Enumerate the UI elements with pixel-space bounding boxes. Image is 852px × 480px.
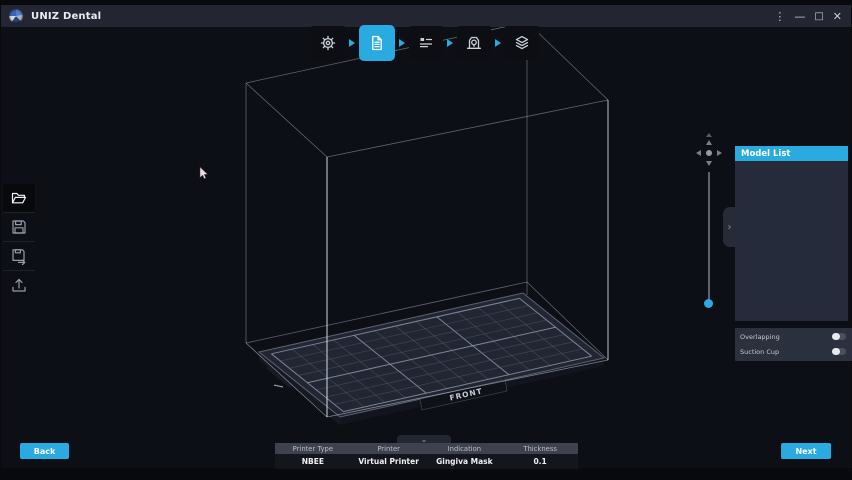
model-list-title: Model List xyxy=(741,149,790,159)
save-button[interactable] xyxy=(3,213,35,242)
workflow-step-settings[interactable] xyxy=(311,26,345,60)
printer-type-value: NBEE xyxy=(275,454,351,469)
app-title: UNIZ Dental xyxy=(31,11,101,22)
folder-open-icon xyxy=(10,189,28,207)
zoom-slider-track[interactable] xyxy=(708,172,710,304)
overlapping-label: Overlapping xyxy=(740,333,832,341)
overlapping-row: Overlapping xyxy=(735,328,852,343)
model-list-panel: Model List xyxy=(735,146,848,321)
print-settings-bar: Printer Type Printer Indication Thicknes… xyxy=(275,443,578,469)
zoom-slider-thumb[interactable] xyxy=(704,299,713,308)
indication-value: Gingiva Mask xyxy=(427,454,503,469)
pan-up-icon[interactable] xyxy=(706,140,712,145)
mouse-cursor xyxy=(200,167,208,179)
export-button[interactable] xyxy=(3,271,35,299)
model-list-body xyxy=(735,161,848,321)
suction-cup-row: Suction Cup xyxy=(735,343,852,358)
thickness-header: Thickness xyxy=(502,443,578,454)
app-logo-icon xyxy=(9,9,23,23)
save-icon xyxy=(10,218,28,236)
pan-left-icon[interactable] xyxy=(696,150,701,156)
workflow-step-layout[interactable] xyxy=(409,26,443,60)
pan-right-icon[interactable] xyxy=(717,150,722,156)
file-toolbar xyxy=(3,184,35,299)
workflow-arrow xyxy=(395,39,409,47)
app-window: { "app": { "title": "UNIZ Dental" }, "wi… xyxy=(0,0,852,480)
toggle-knob xyxy=(832,333,840,340)
indication-header: Indication xyxy=(427,443,503,454)
layers-icon xyxy=(512,33,532,53)
chevron-down-icon: ⌄ xyxy=(421,437,428,442)
suction-cup-label: Suction Cup xyxy=(740,348,832,356)
pan-center-dot[interactable] xyxy=(706,150,712,156)
model-options-panel: Overlapping Suction Cup xyxy=(735,328,852,361)
toggle-knob xyxy=(832,348,840,355)
back-button[interactable]: Back xyxy=(20,443,69,459)
printer-type-header: Printer Type xyxy=(275,443,351,454)
minimize-icon[interactable]: — xyxy=(794,11,805,22)
view-dpad xyxy=(695,133,723,173)
workflow-arrow xyxy=(345,39,359,47)
print-settings-values: NBEE Virtual Printer Gingiva Mask 0.1 xyxy=(275,454,578,469)
arrow-right-icon xyxy=(399,39,405,47)
build-plate: FRONT xyxy=(259,293,604,425)
caret-up-icon[interactable] xyxy=(706,133,712,137)
arrow-right-icon xyxy=(495,39,501,47)
form-icon xyxy=(416,33,436,53)
suction-cup-toggle[interactable] xyxy=(832,348,846,355)
workflow-step-slice[interactable] xyxy=(505,26,539,60)
save-as-button[interactable] xyxy=(3,242,35,271)
print-settings-headers: Printer Type Printer Indication Thicknes… xyxy=(275,443,578,454)
save-as-icon xyxy=(10,247,28,265)
pan-down-icon[interactable] xyxy=(706,161,712,166)
workflow-arrow xyxy=(491,39,505,47)
export-icon xyxy=(10,276,28,294)
arrow-right-icon xyxy=(349,39,355,47)
gear-icon xyxy=(318,33,338,53)
next-button[interactable]: Next xyxy=(781,443,831,459)
printer-header: Printer xyxy=(351,443,427,454)
build-volume-wireframe-back xyxy=(246,22,608,360)
more-options-icon[interactable]: ⋮ xyxy=(774,11,785,22)
workflow-arrow xyxy=(443,39,457,47)
model-list-header: Model List xyxy=(735,146,848,161)
workflow-step-file[interactable] xyxy=(359,25,395,61)
workflow-toolbar xyxy=(311,24,539,62)
maximize-icon[interactable]: □ xyxy=(814,11,823,22)
printer-value: Virtual Printer xyxy=(351,454,427,469)
printer-icon xyxy=(464,33,484,53)
open-file-button[interactable] xyxy=(3,184,35,213)
chevron-right-icon: › xyxy=(728,222,732,233)
close-icon[interactable]: ✕ xyxy=(833,11,842,22)
workflow-step-print-setup[interactable] xyxy=(457,26,491,60)
overlapping-toggle[interactable] xyxy=(832,333,846,340)
document-icon xyxy=(367,33,387,53)
settings-collapse-tab[interactable]: ⌄ xyxy=(397,435,451,443)
window-controls: ⋮ — □ ✕ xyxy=(774,11,851,22)
arrow-right-icon xyxy=(447,39,453,47)
thickness-value: 0.1 xyxy=(502,454,578,469)
